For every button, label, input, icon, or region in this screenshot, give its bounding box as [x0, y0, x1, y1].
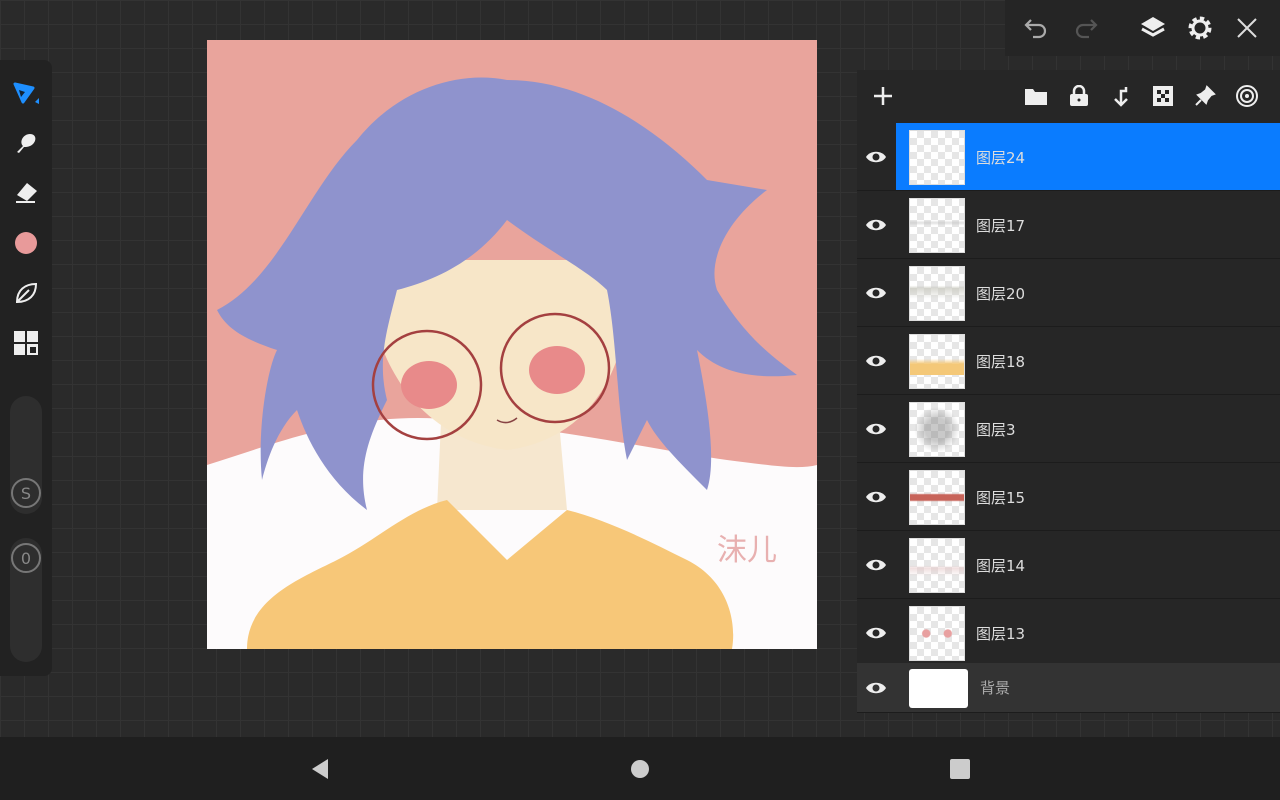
layers-icon[interactable] — [1138, 13, 1168, 43]
add-icon[interactable] — [869, 82, 897, 110]
eye-icon[interactable] — [865, 351, 887, 371]
layers-panel: 图层24 图层17 图层20 图层18 图层3 图层15 图层14 图层13 背… — [857, 70, 1280, 713]
drawing-canvas[interactable]: 沫儿 — [207, 40, 817, 649]
eye-icon[interactable] — [865, 487, 887, 507]
close-icon[interactable] — [1232, 13, 1262, 43]
layer-thumbnail — [909, 198, 965, 253]
system-nav-bar — [0, 737, 1280, 800]
target-icon[interactable] — [1233, 82, 1261, 110]
eye-icon[interactable] — [865, 555, 887, 575]
eye-icon[interactable] — [865, 147, 887, 167]
home-icon[interactable] — [631, 760, 649, 778]
signature: 沫儿 — [717, 533, 777, 568]
layer-name: 图层24 — [976, 149, 1026, 167]
brush-icon[interactable] — [11, 78, 41, 108]
layer-row[interactable]: 图层15 — [857, 463, 1280, 531]
color-swatch[interactable] — [11, 228, 41, 258]
lock-icon[interactable] — [1065, 82, 1093, 110]
layer-row[interactable]: 图层17 — [857, 191, 1280, 259]
redo-icon[interactable] — [1071, 13, 1101, 43]
settings-icon[interactable] — [1185, 13, 1215, 43]
layer-thumbnail — [909, 402, 965, 457]
layer-thumbnail — [909, 334, 965, 389]
top-toolbar — [1005, 0, 1280, 56]
layer-name: 图层14 — [976, 557, 1026, 575]
checker-icon[interactable] — [1149, 82, 1177, 110]
layer-row[interactable]: 图层13 — [857, 599, 1280, 667]
artwork: 沫儿 — [207, 40, 817, 649]
background-layer-row[interactable]: 背景 — [857, 663, 1280, 713]
layer-thumbnail — [909, 266, 965, 321]
left-toolbar: S 0 — [0, 60, 52, 676]
eraser-icon[interactable] — [11, 178, 41, 208]
recents-icon[interactable] — [950, 759, 970, 779]
layer-row[interactable]: 图层18 — [857, 327, 1280, 395]
layer-row[interactable]: 图层3 — [857, 395, 1280, 463]
eye-icon[interactable] — [865, 283, 887, 303]
layer-name: 图层15 — [976, 489, 1026, 507]
layer-row[interactable]: 图层20 — [857, 259, 1280, 327]
layer-thumbnail — [909, 606, 965, 661]
folder-icon[interactable] — [1022, 82, 1050, 110]
layer-name: 图层20 — [976, 285, 1026, 303]
layer-name: 图层17 — [976, 217, 1026, 235]
eye-icon[interactable] — [865, 623, 887, 643]
layer-name: 图层13 — [976, 625, 1026, 643]
size-knob[interactable]: S — [11, 478, 41, 508]
pin-icon[interactable] — [1191, 82, 1219, 110]
layer-row[interactable]: 图层24 — [857, 123, 1280, 191]
leaf-icon[interactable] — [11, 278, 41, 308]
layer-row[interactable]: 图层14 — [857, 531, 1280, 599]
layer-name: 图层18 — [976, 353, 1026, 371]
eye-icon[interactable] — [865, 419, 887, 439]
undo-icon[interactable] — [1021, 13, 1051, 43]
merge-down-icon[interactable] — [1107, 82, 1135, 110]
layer-name: 图层3 — [976, 421, 1016, 439]
eye-icon[interactable] — [865, 678, 887, 698]
eye-icon[interactable] — [865, 215, 887, 235]
opacity-knob[interactable]: 0 — [11, 543, 41, 573]
layer-thumbnail — [909, 130, 965, 185]
smudge-icon[interactable] — [11, 128, 41, 158]
layer-thumbnail — [909, 470, 965, 525]
layer-thumbnail — [909, 538, 965, 593]
grid-icon[interactable] — [11, 328, 41, 358]
layers-panel-header — [857, 70, 1280, 123]
layer-thumbnail — [909, 669, 968, 708]
back-icon[interactable] — [310, 758, 330, 780]
layer-name: 背景 — [980, 679, 1011, 697]
